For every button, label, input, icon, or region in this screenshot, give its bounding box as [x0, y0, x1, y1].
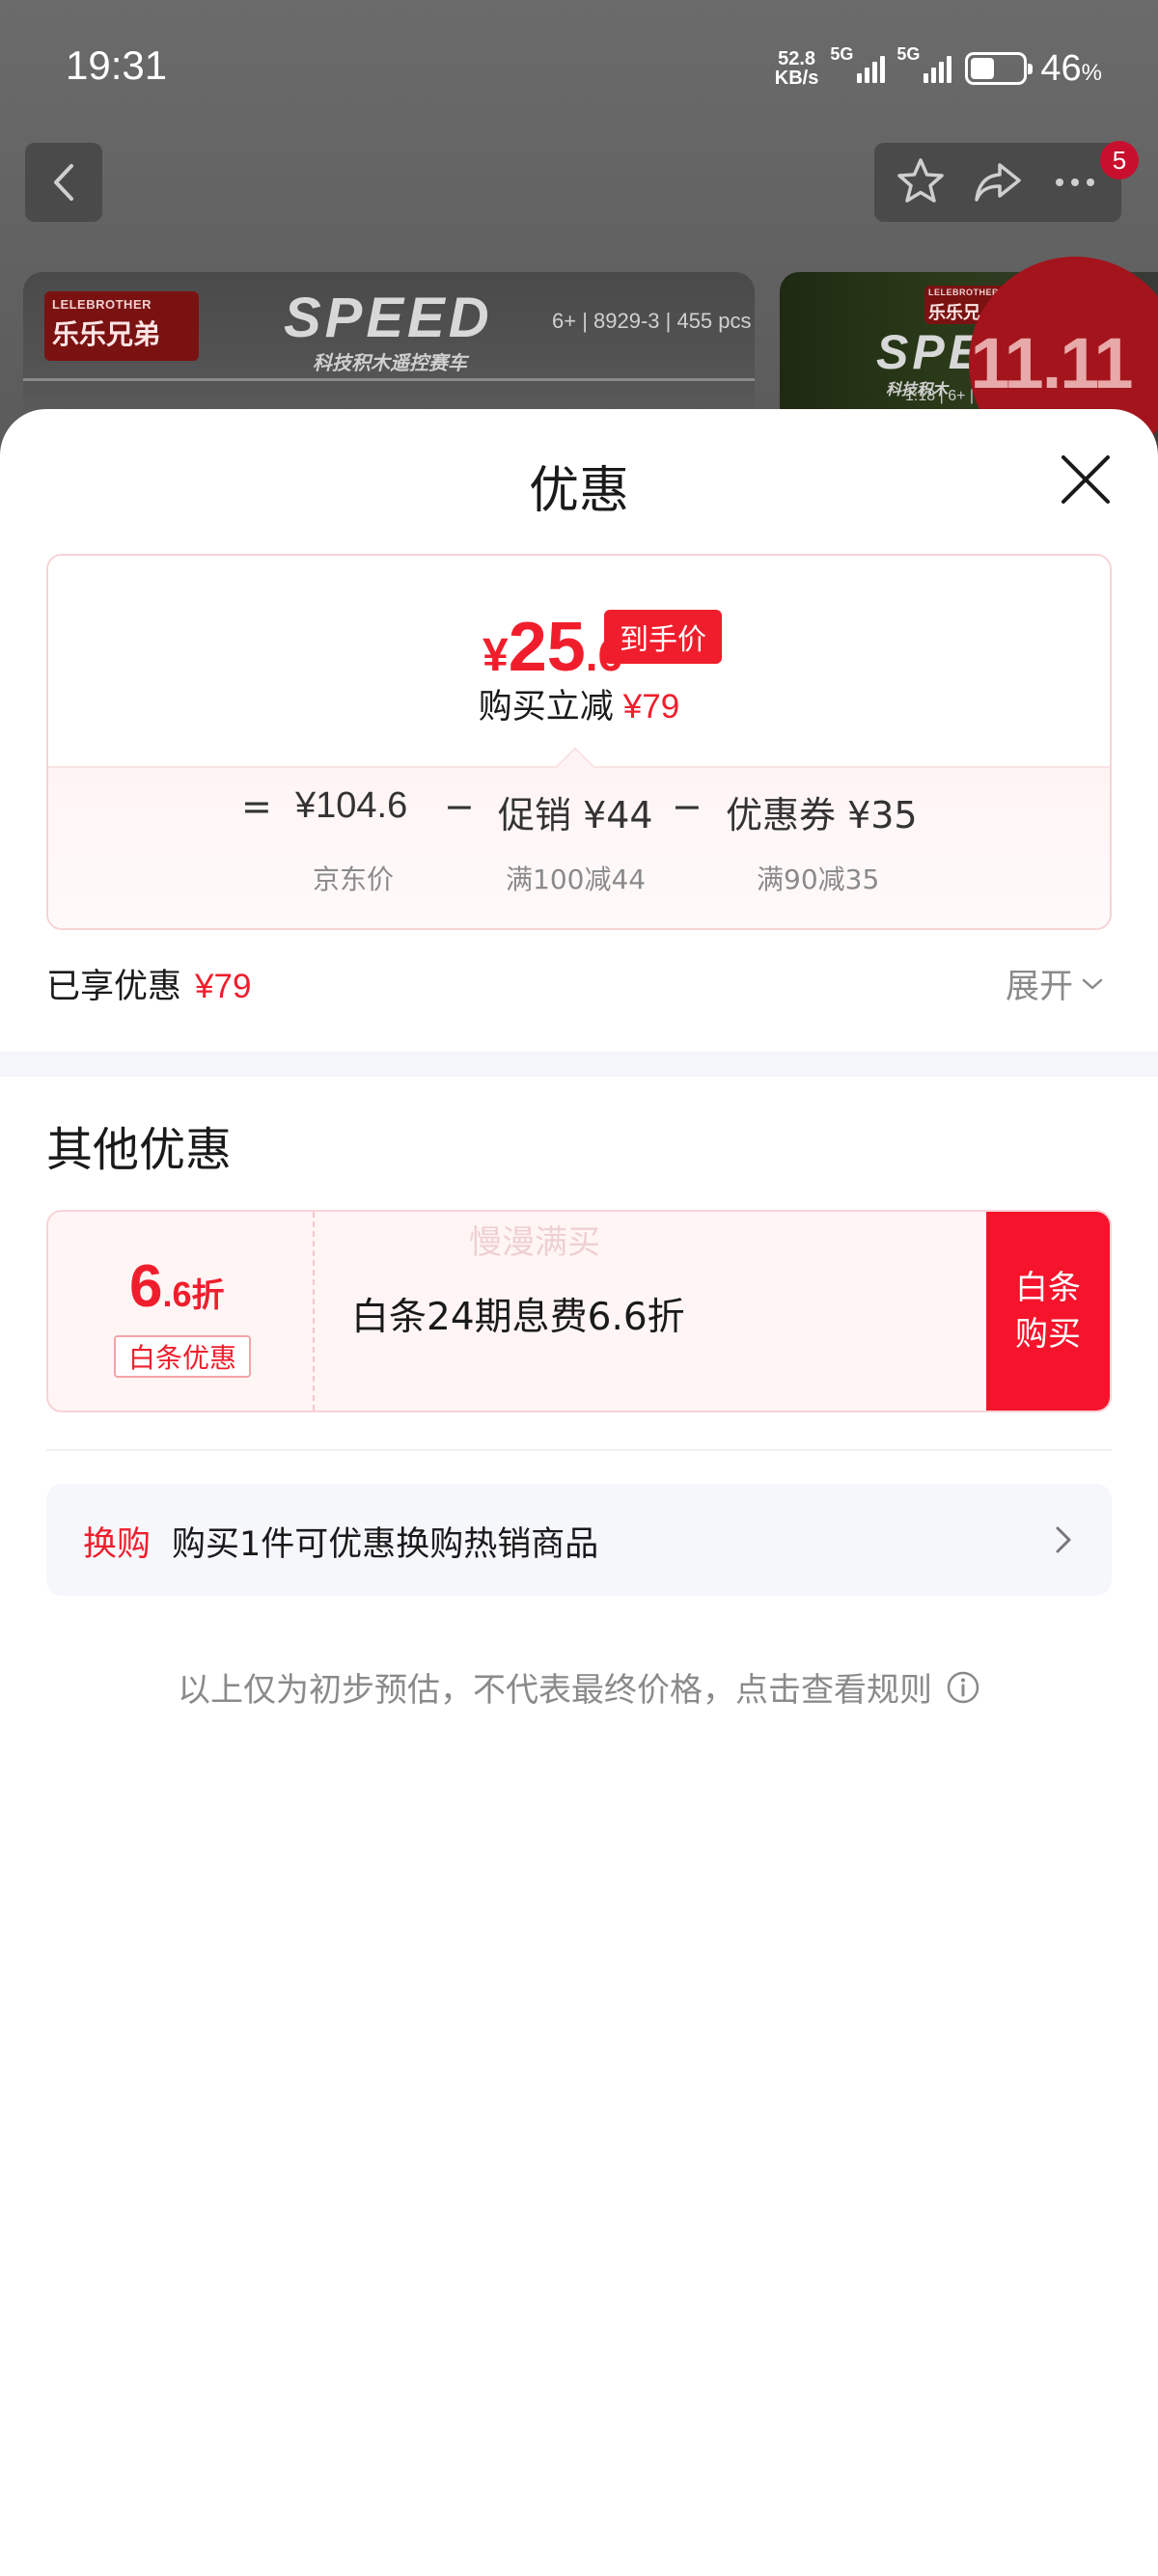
- swap-description: 购买1件可优惠换购热销商品: [172, 1525, 599, 1564]
- final-price-tag: 到手价: [604, 610, 722, 664]
- product-logo-text: SPE: [876, 325, 985, 379]
- chevron-down-icon: [1082, 978, 1103, 989]
- other-offers-title: 其他优惠: [46, 1123, 233, 1177]
- battery-icon: [965, 52, 1034, 85]
- formula-minus: −: [672, 785, 703, 828]
- formula-equals: =: [241, 785, 272, 828]
- formula-minus: −: [444, 785, 475, 828]
- instant-reduction: 购买立减 ¥79: [0, 679, 1158, 728]
- product-logo-text: SPEED: [284, 287, 493, 349]
- signal-label: 5G: [830, 44, 854, 64]
- background-page: 19:31 52.8 KB/s 5G 5G 46% LELEBROTHER 乐乐…: [0, 0, 1158, 463]
- back-button[interactable]: [25, 143, 102, 222]
- enjoyed-label: 已享优惠: [46, 968, 182, 1006]
- sheet-title: 优惠: [528, 462, 629, 520]
- more-icon[interactable]: [1048, 155, 1102, 209]
- card-watermark: 慢漫满买: [469, 1223, 600, 1262]
- baitiao-description: 白条24期息费6.6折: [351, 1296, 685, 1339]
- promo-rule: 满100减44: [506, 863, 647, 895]
- network-speed-unit: KB/s: [774, 68, 819, 89]
- reduction-label: 购买立减: [478, 688, 614, 726]
- chevron-left-icon: [54, 164, 73, 201]
- discount-integer: 6: [129, 1253, 163, 1320]
- signal-icon: 5G: [830, 44, 886, 83]
- section-divider: [0, 1052, 1158, 1077]
- star-icon[interactable]: [894, 155, 948, 209]
- card-divider: [23, 378, 755, 381]
- signal-icon: 5G: [896, 44, 952, 83]
- price-disclaimer[interactable]: 以上仅为初步预估，不代表最终价格，点击查看规则: [0, 1663, 1158, 1711]
- expand-button[interactable]: 展开: [1006, 959, 1104, 1008]
- swap-label: 换购: [83, 1525, 152, 1564]
- buy-button-line2: 购买: [1015, 1315, 1081, 1354]
- network-speed-value: 52.8: [778, 48, 816, 69]
- divider: [46, 1449, 1112, 1451]
- price-integer: 25: [508, 609, 586, 686]
- reduction-amount: ¥79: [622, 688, 680, 726]
- notification-badge: 5: [1100, 141, 1139, 179]
- coupon-value: 优惠券 ¥35: [726, 794, 918, 836]
- baitiao-buy-button[interactable]: 白条 购买: [986, 1212, 1110, 1411]
- discount-unit: 折: [191, 1276, 225, 1315]
- baitiao-tag: 白条优惠: [114, 1335, 251, 1378]
- status-bar: 19:31 52.8 KB/s 5G 5G 46%: [0, 0, 1158, 135]
- final-price: ¥ 25 .6: [482, 608, 622, 687]
- expand-label: 展开: [1006, 968, 1074, 1006]
- jd-price-label: 京东价: [313, 863, 395, 895]
- share-icon[interactable]: [971, 155, 1025, 209]
- chevron-right-icon: [1056, 1526, 1071, 1553]
- brand-logo: LELEBROTHER 乐乐兄弟: [44, 291, 199, 361]
- discount-decimal: .6: [162, 1274, 192, 1314]
- buy-button-line1: 白条: [1015, 1269, 1081, 1307]
- coupon-rule: 满90减35: [757, 863, 880, 895]
- status-time: 19:31: [66, 42, 168, 88]
- top-actions-bar: [874, 143, 1121, 222]
- disclaimer-text: 以上仅为初步预估，不代表最终价格，点击查看规则: [178, 1671, 932, 1710]
- brand-name-en: LELEBROTHER: [52, 297, 152, 312]
- status-indicators: 52.8 KB/s 5G 5G 46%: [775, 44, 1102, 93]
- brand-name-cn: 乐乐兄弟: [52, 318, 161, 350]
- signal-label: 5G: [896, 44, 921, 64]
- network-speed: 52.8 KB/s: [775, 49, 819, 88]
- jd-price-value: ¥104.6: [295, 785, 408, 826]
- currency-symbol: ¥: [482, 630, 509, 681]
- enjoyed-discount: 已享优惠 ¥79: [46, 959, 251, 1008]
- baitiao-discount-panel: 6 .6 折 白条优惠: [48, 1212, 315, 1411]
- product-specs: 6+ | 8929-3 | 455 pcs: [552, 309, 752, 333]
- swap-offer-row[interactable]: 换购 购买1件可优惠换购热销商品: [46, 1484, 1112, 1596]
- promo-value: 促销 ¥44: [498, 794, 653, 836]
- enjoyed-amount: ¥79: [195, 968, 252, 1005]
- product-subtitle: 科技积木遥控赛车: [313, 351, 467, 374]
- baitiao-offer-card[interactable]: 6 .6 折 白条优惠 慢漫满买 白条24期息费6.6折 白条 购买: [46, 1210, 1112, 1412]
- promo-badge-text: 11.11: [970, 322, 1133, 403]
- close-icon[interactable]: [1058, 452, 1114, 507]
- baitiao-discount: 6 .6 折: [129, 1252, 225, 1321]
- info-icon[interactable]: [946, 1670, 980, 1705]
- price-summary: ¥ 25 .6: [48, 556, 1110, 766]
- battery-level: 46%: [1040, 47, 1102, 89]
